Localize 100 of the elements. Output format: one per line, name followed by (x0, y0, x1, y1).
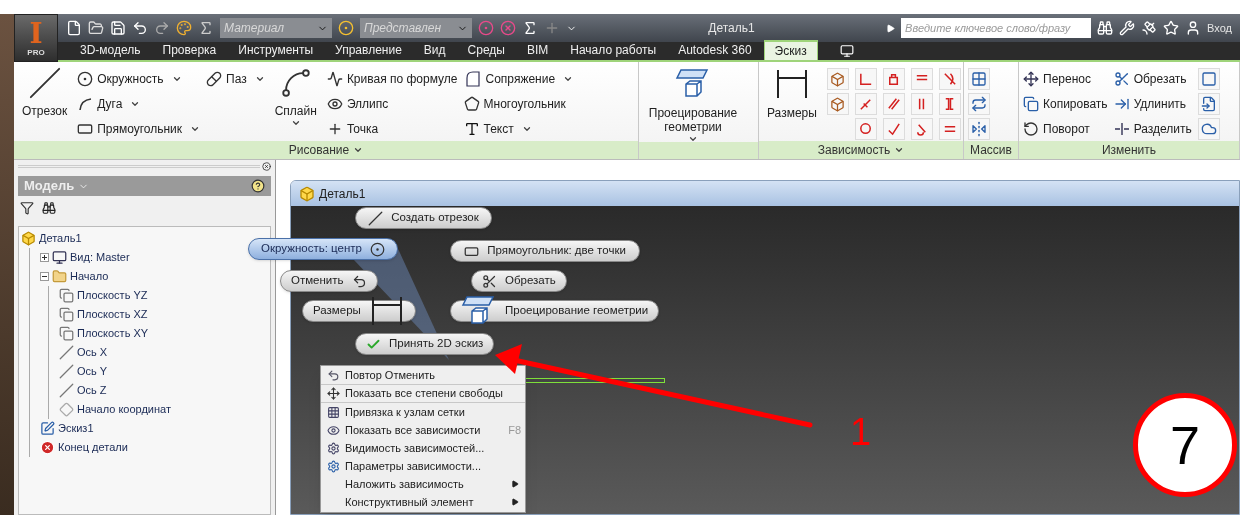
tool-icon-button[interactable] (826, 93, 849, 115)
tree-item[interactable]: Плоскость YZ (59, 286, 148, 305)
tool-button[interactable]: Удлинить (1113, 93, 1192, 115)
tree-item[interactable]: Ось X (59, 343, 108, 362)
ribbon-tab[interactable]: Проверка (152, 40, 227, 60)
tool-icon-button[interactable] (938, 93, 961, 115)
app-button[interactable]: I PRO (14, 14, 58, 62)
tool-icon-button[interactable] (910, 118, 933, 140)
panel-title-bar[interactable]: Изменить (1019, 141, 1239, 159)
submenu-arrow-icon (511, 498, 519, 506)
tool-icon-button[interactable] (882, 93, 905, 115)
tool-button[interactable]: Перенос (1023, 68, 1108, 90)
panel-title-bar[interactable]: Массив (964, 141, 1018, 159)
context-menu-item[interactable]: Показать все зависимости F8 (321, 421, 525, 439)
context-menu-item[interactable]: Привязка к узлам сетки (321, 403, 525, 421)
tool-button[interactable]: Сопряжение (463, 68, 574, 90)
marking-menu-item[interactable]: Обрезать (471, 270, 567, 292)
tree-item[interactable]: Деталь1 (21, 229, 82, 248)
large-tool-button[interactable]: Проецирование геометрии (643, 66, 743, 144)
marking-menu-item[interactable]: Принять 2D эскиз (355, 333, 495, 355)
tree-item[interactable]: Ось Z (59, 381, 107, 400)
ribbon-tab[interactable]: Начало работы (560, 40, 667, 60)
annotation-label: 1 (850, 412, 872, 452)
marking-menu-item[interactable]: Прямоугольник: две точки (450, 240, 640, 262)
tool-icon-button[interactable] (938, 118, 961, 140)
tool-button[interactable]: Копировать (1023, 93, 1108, 115)
arc-icon (77, 96, 94, 112)
tree-item[interactable]: Вид: Master (40, 248, 130, 267)
context-menu-item[interactable]: Параметры зависимости... (321, 457, 525, 475)
image-icon (1200, 121, 1217, 137)
tool-icon-button[interactable] (968, 93, 990, 115)
binoculars-icon (1097, 20, 1114, 36)
ribbon-tab[interactable]: BIM (516, 40, 559, 60)
tool-button[interactable]: Кривая по формуле (326, 68, 458, 90)
text-icon (463, 121, 480, 137)
tool-button[interactable]: Эллипс (326, 93, 458, 115)
tool-button[interactable]: Многоугольник (463, 93, 574, 115)
tool-icon-button[interactable] (968, 68, 990, 90)
caret-icon (894, 145, 905, 155)
context-menu-item[interactable]: Наложить зависимость (321, 475, 525, 493)
context-menu-item[interactable]: Конструктивный элемент (321, 493, 525, 511)
tool-icon-button[interactable] (910, 93, 933, 115)
tree-item[interactable]: Плоскость XY (59, 324, 149, 343)
binoculars-icon (42, 201, 56, 215)
tool-button[interactable]: Разделить (1113, 118, 1192, 140)
tool-icon-button[interactable] (1197, 93, 1220, 115)
plus-icon (544, 20, 560, 36)
tool-icon-button[interactable] (882, 118, 905, 140)
tool-icon-button[interactable] (1197, 68, 1220, 90)
marking-menu-item[interactable]: Размеры (302, 300, 416, 322)
color-wheel-icon (338, 20, 354, 36)
sign-in-link[interactable]: Вход (1207, 19, 1232, 37)
circular-pattern-icon (971, 96, 987, 112)
tool-icon-button[interactable] (854, 68, 877, 90)
marking-menu-item[interactable]: Окружность: центр (248, 238, 398, 260)
large-tool-button[interactable]: Размеры (763, 66, 821, 120)
tool-icon-button[interactable] (938, 68, 961, 90)
panel-title-bar[interactable]: Зависимость (759, 141, 963, 159)
tool-button[interactable]: Паз (206, 68, 265, 90)
tool-icon-button[interactable] (882, 68, 905, 90)
marking-menu-item[interactable]: Отменить (280, 270, 378, 292)
tool-icon-button[interactable] (910, 68, 933, 90)
sketch-icon (40, 421, 55, 436)
tool-button[interactable]: Прямоугольник (77, 118, 201, 140)
large-tool-button[interactable]: Отрезок (18, 66, 72, 118)
large-tool-button[interactable]: Сплайн (270, 66, 321, 128)
tree-item[interactable]: Плоскость XZ (59, 305, 148, 324)
polygon-icon (463, 96, 480, 112)
panel-title-bar[interactable]: Рисование (14, 141, 638, 159)
tool-icon-button[interactable] (968, 118, 990, 140)
axis-icon (59, 383, 74, 398)
tool-button[interactable]: Поворот (1023, 118, 1108, 140)
tree-item[interactable]: Ось Y (59, 362, 108, 381)
tool-icon-button[interactable] (826, 68, 849, 90)
ribbon-tab[interactable]: Управление (325, 40, 412, 60)
tree-item[interactable]: Конец детали (40, 438, 128, 457)
context-menu-item[interactable]: Видимость зависимостей... (321, 439, 525, 457)
collapse-toggle[interactable] (40, 272, 49, 281)
ribbon-tab[interactable]: Эскиз (763, 40, 818, 60)
ribbon-tab[interactable]: Инструменты (228, 40, 324, 60)
ribbon-tab[interactable]: Среды (457, 40, 515, 60)
marking-menu-item[interactable]: Создать отрезок (355, 207, 492, 229)
tree-item[interactable]: Начало (40, 267, 109, 286)
ribbon-tab[interactable]: 3D-модель (70, 40, 151, 60)
ribbon-tab[interactable]: Autodesk 360 (668, 40, 762, 60)
tool-button[interactable]: Обрезать (1113, 68, 1192, 90)
tool-button[interactable]: Дуга (77, 93, 201, 115)
tool-icon-button[interactable] (854, 93, 877, 115)
tool-button[interactable]: Текст (463, 118, 574, 140)
tool-button[interactable]: Точка (326, 118, 458, 140)
tool-icon-button[interactable] (854, 118, 877, 140)
move-icon (326, 387, 340, 400)
expand-toggle[interactable] (40, 253, 49, 262)
ribbon-tab[interactable]: Вид (413, 40, 456, 60)
tree-item[interactable]: Начало координат (59, 400, 171, 419)
view-icon (52, 250, 67, 265)
tree-item[interactable]: Эскиз1 (40, 419, 94, 438)
tool-icon-button[interactable] (1197, 118, 1220, 140)
context-menu-item[interactable]: Показать все степени свободы (321, 385, 525, 403)
tool-button[interactable]: Окружность (77, 68, 201, 90)
